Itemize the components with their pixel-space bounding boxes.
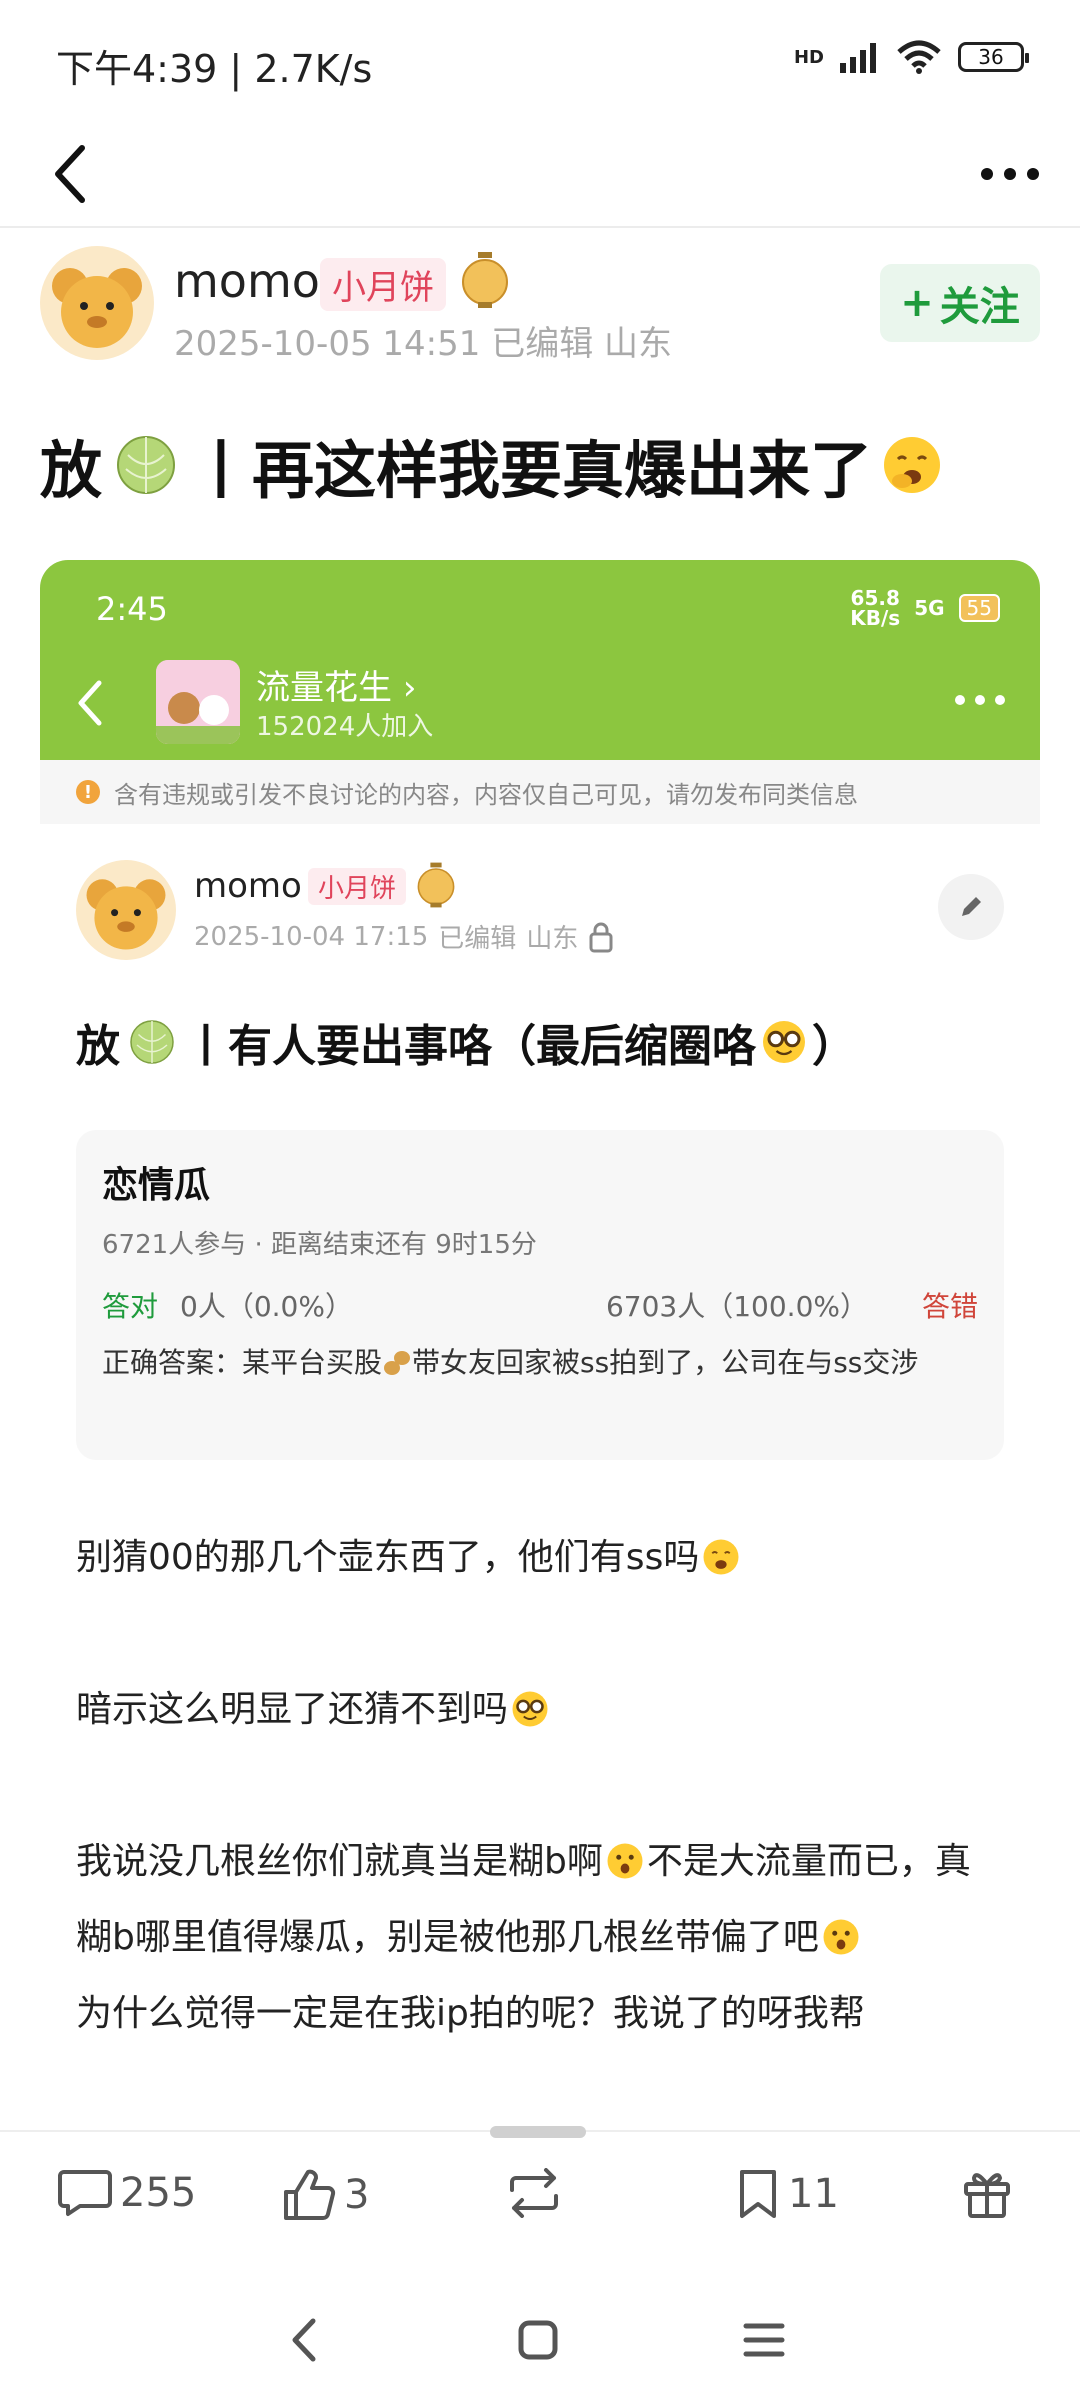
quiz-wrong-label: 答错 — [921, 1290, 978, 1323]
lantern-icon — [462, 252, 508, 308]
embed-post-meta: 2025-10-04 17:15 已编辑 山东 — [194, 918, 614, 955]
post-action-bar: 255 3 11 — [0, 2126, 1080, 2270]
embed-avatar[interactable] — [76, 860, 176, 960]
nerd-emoji-icon — [763, 1021, 805, 1063]
quiz-card[interactable]: 恋情瓜 6721人参与 · 距离结束还有 9时15分 答对 0人（0.0%） 6… — [76, 1130, 1004, 1460]
embed-more-button[interactable] — [940, 670, 1020, 730]
favorite-button[interactable]: 11 — [736, 2168, 839, 2220]
embed-status-icons: 65.8 KB/s 5G 55 — [850, 588, 1000, 628]
body-paragraph: 别猜00的那几个壶东西了，他们有ss吗 — [76, 1520, 1006, 1596]
comment-button[interactable]: 255 — [58, 2168, 196, 2218]
thumbs-up-icon — [284, 2169, 336, 2220]
comment-icon — [58, 2170, 112, 2216]
bear-avatar-icon — [86, 879, 166, 950]
wifi-icon — [897, 40, 941, 74]
status-time: 下午4:39 | 2.7K/s — [56, 47, 373, 91]
repost-button[interactable] — [502, 2168, 566, 2218]
embed-header: 2:45 65.8 KB/s 5G 55 流量花生 › 152024人加入 — [40, 560, 1040, 760]
more-dots-icon — [955, 695, 1005, 705]
group-icon[interactable] — [156, 660, 240, 744]
quiz-stats: 6721人参与 · 距离结束还有 9时15分 — [102, 1230, 537, 1260]
more-button[interactable] — [970, 134, 1050, 214]
system-back-button[interactable] — [264, 2300, 344, 2380]
square-home-icon — [518, 2320, 558, 2360]
group-member-count: 152024人加入 — [256, 712, 434, 742]
group-name[interactable]: 流量花生 › — [256, 660, 416, 709]
embed-user-badge: 小月饼 — [308, 868, 407, 905]
yawn-emoji-icon — [703, 1539, 739, 1575]
system-home-button[interactable] — [498, 2300, 578, 2380]
like-button[interactable]: 3 — [282, 2168, 369, 2222]
bear-avatar-icon — [52, 268, 142, 348]
post-title: 放 丨再这样我要真爆出来了 — [40, 420, 944, 510]
repost-icon — [510, 2168, 558, 2218]
bookmark-icon — [740, 2170, 776, 2218]
embed-author-name[interactable]: momo — [194, 866, 302, 906]
frown-emoji-icon — [823, 1919, 859, 1955]
status-bar: 下午4:39 | 2.7K/s HD 36 — [0, 0, 1080, 120]
quiz-right-value: 0人（0.0%） — [180, 1290, 353, 1323]
quiz-results: 答对 0人（0.0%） 6703人（100.0%） 答错 — [102, 1285, 978, 1325]
body-paragraph: 为什么觉得一定是在我ip拍的呢？我说了的呀我帮 — [76, 1993, 865, 2034]
embed-post-title: 放 丨有人要出事咯（最后缩圈咯 ） — [76, 1010, 856, 1074]
more-dots-icon — [981, 168, 1039, 180]
warning-icon: ! — [76, 780, 100, 804]
chevron-left-icon — [292, 2318, 316, 2362]
melon-emoji-icon — [130, 1020, 174, 1064]
nerd-emoji-icon — [512, 1691, 548, 1727]
peanut-emoji-icon — [384, 1351, 411, 1375]
yawn-emoji-icon — [884, 437, 941, 493]
lantern-icon — [417, 862, 455, 908]
plus-icon: + — [900, 280, 934, 326]
melon-emoji-icon — [117, 436, 176, 494]
gift-button[interactable] — [962, 2168, 1012, 2220]
body-paragraph: 暗示这么明显了还猜不到吗 — [76, 1672, 1006, 1748]
gift-icon — [964, 2173, 1010, 2218]
embed-battery: 55 — [958, 594, 1000, 622]
quiz-answer: 正确答案：某平台买股 带女友回家被ss拍到了，公司在与ss交涉 — [102, 1346, 919, 1379]
user-badge: 小月饼 — [320, 258, 446, 311]
embedded-screenshot[interactable]: 2:45 65.8 KB/s 5G 55 流量花生 › 152024人加入 ! 含… — [40, 560, 1040, 2120]
frown-emoji-icon — [607, 1843, 643, 1879]
embed-net-speed: 65.8 KB/s — [850, 586, 901, 630]
embed-post-body: 别猜00的那几个壶东西了，他们有ss吗 暗示这么明显了还猜不到吗 我说没几根丝你… — [76, 1520, 1006, 2052]
embed-status-time: 2:45 — [96, 590, 168, 628]
system-menu-button[interactable] — [724, 2300, 804, 2380]
lock-icon — [589, 922, 613, 952]
chevron-left-icon — [55, 145, 85, 203]
system-nav-bar — [0, 2270, 1080, 2400]
pencil-icon — [962, 897, 981, 916]
edit-button[interactable] — [938, 874, 1004, 940]
embed-net-type: 5G — [914, 596, 945, 620]
post-meta: 2025-10-05 14:51 已编辑 山东 — [174, 324, 673, 364]
status-icons: HD 36 — [793, 40, 1029, 74]
avatar[interactable] — [40, 246, 154, 360]
back-button[interactable] — [30, 134, 110, 214]
chevron-right-icon: › — [402, 668, 417, 708]
author-header: momo 小月饼 2025-10-05 14:51 已编辑 山东 + 关注 — [0, 240, 1080, 370]
chevron-left-icon — [78, 680, 102, 726]
warning-banner: ! 含有违规或引发不良讨论的内容，内容仅自己可见，请勿发布同类信息 — [40, 760, 1040, 824]
quiz-title: 恋情瓜 — [102, 1165, 211, 1206]
battery-icon: 36 — [958, 42, 1029, 72]
embed-back-button[interactable] — [60, 668, 120, 738]
quiz-wrong-value: 6703人（100.0%） — [605, 1290, 868, 1323]
cartoon-animals-icon — [156, 660, 240, 744]
network-label: HD — [793, 46, 824, 68]
signal-icon — [840, 43, 876, 73]
quiz-right-label: 答对 — [102, 1290, 159, 1323]
top-nav — [0, 120, 1080, 228]
scroll-handle[interactable] — [490, 2126, 586, 2138]
body-paragraph: 我说没几根丝你们就真当是糊b啊 不是大流量而已，真糊b哪里值得爆瓜，别是被他那几根… — [76, 1841, 971, 1958]
menu-lines-icon — [743, 2323, 785, 2357]
follow-button[interactable]: + 关注 — [880, 264, 1040, 342]
author-name[interactable]: momo — [174, 254, 320, 308]
